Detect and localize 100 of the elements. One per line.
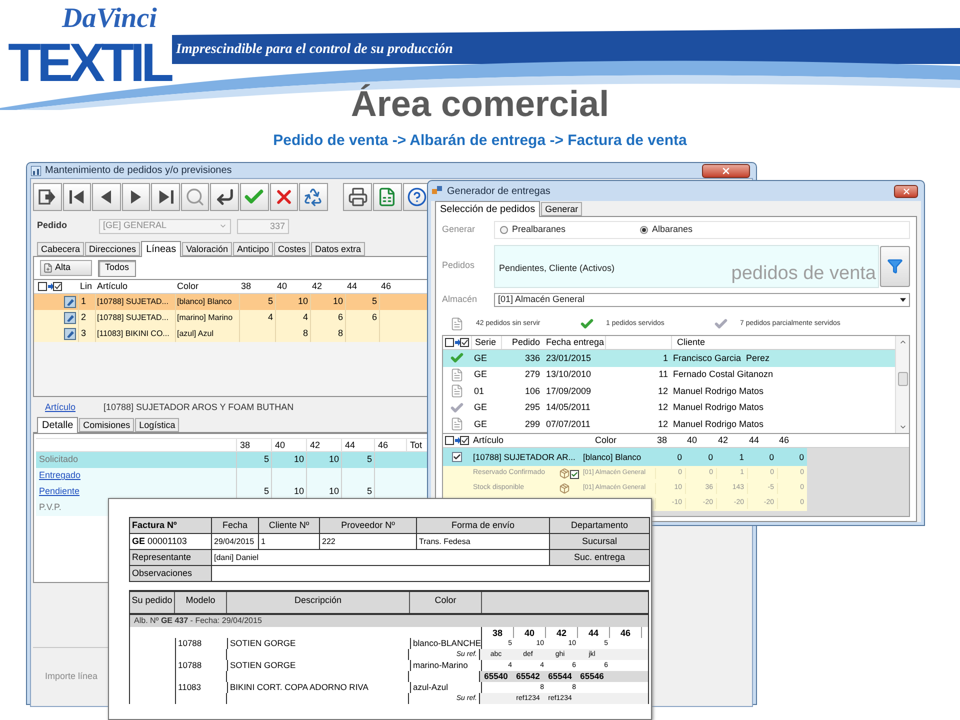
tab[interactable]: Líneas — [141, 241, 182, 257]
table-cell-text: 0 — [768, 450, 775, 464]
checkbox[interactable] — [452, 452, 462, 462]
toolbar-button[interactable] — [343, 183, 372, 211]
table-cell-text: 10 — [294, 485, 304, 498]
column-header: 46 — [374, 439, 406, 451]
column-header: 40 — [271, 439, 306, 451]
close-button[interactable] — [702, 164, 750, 178]
field-label: Pedidos — [442, 259, 476, 272]
radio-label: Albaranes — [652, 223, 693, 236]
table-cell-text: 2 — [81, 311, 86, 324]
scroll-thumb[interactable] — [898, 372, 908, 386]
table-cell: 65542 — [516, 671, 540, 681]
toolbar-button[interactable] — [62, 183, 92, 211]
column-header: Forma de envío — [416, 518, 550, 534]
tab[interactable]: Direcciones — [85, 242, 140, 256]
article-link[interactable]: Artículo — [45, 401, 76, 415]
invoice-number: GE 00001103 — [130, 534, 212, 550]
table-cell-text: 10 — [332, 295, 343, 308]
tab[interactable]: Valoración — [182, 242, 232, 256]
table-cell-text: [10788] SUJETADOR AR... — [472, 450, 576, 464]
table-cell: BIKINI CORT. COPA ADORNO RIVA — [230, 682, 368, 692]
add-button[interactable]: Alta — [40, 260, 92, 276]
table-row[interactable]: 2 [10788] SUJETAD... [marino] Marino 4 4 6 6 — [34, 310, 430, 326]
table-cell-text: 336 — [524, 352, 541, 364]
row-header: Representante — [130, 550, 212, 566]
warehouse-dropdown[interactable]: [01] Almacén General — [494, 293, 910, 307]
toolbar-button[interactable] — [210, 183, 239, 211]
column-header: Serie — [471, 336, 501, 350]
orders-filter-field[interactable]: Pendientes, Cliente (Activos) pedidos de venta — [494, 244, 879, 288]
tab[interactable]: Comisiones — [79, 418, 134, 432]
check-icon — [580, 317, 594, 331]
table-cell-text: 12 — [656, 401, 669, 414]
row-link[interactable]: Entregado — [39, 470, 81, 480]
table-cell-text: 4 — [302, 311, 308, 324]
column-header: 44 — [346, 280, 358, 293]
column-header: 40 — [276, 280, 288, 293]
tab[interactable]: Cabecera — [37, 242, 84, 256]
toolbar-button[interactable] — [33, 183, 62, 211]
radio-button[interactable] — [500, 226, 508, 234]
table-cell-text: 01 — [473, 384, 486, 398]
table-cell: SOTIEN GORGE — [230, 660, 296, 670]
tab[interactable]: Costes — [274, 242, 310, 256]
column-header: Factura Nº — [130, 518, 212, 534]
toolbar-button[interactable] — [92, 183, 121, 211]
order-row[interactable]: GE 336 23/01/2015 1 Francisco Garcia Perez — [443, 350, 895, 366]
table-cell: marino-Marino — [413, 660, 468, 670]
row-link[interactable]: Pendiente — [39, 486, 80, 496]
table-cell-text: 0 — [676, 450, 683, 464]
document-icon — [450, 317, 464, 331]
table-cell: Trans. Fedesa — [416, 534, 550, 550]
table-cell-text: 13/10/2010 — [545, 368, 592, 381]
toolbar-button[interactable] — [299, 183, 328, 211]
order-row[interactable]: GE 279 13/10/2010 11 Fernado Costal Gitanozn — [443, 366, 895, 383]
table-row[interactable]: 3 [11083] BIKINI CO... [azul] Azul 8 8 — [34, 326, 430, 342]
table-cell-text: 10 — [294, 453, 304, 466]
table-cell: 10788 — [178, 638, 202, 648]
table-cell-text: 10 — [328, 453, 339, 466]
tab[interactable]: Generar — [541, 202, 582, 216]
table-cell-text: Francisco Garcia Perez — [672, 352, 770, 364]
table-cell-text: 295 — [524, 401, 541, 414]
table-cell-text: GE — [473, 418, 488, 430]
table-cell-text: Fernado Costal Gitanozn — [672, 368, 774, 381]
radio-button[interactable] — [640, 226, 648, 234]
table-cell-text: 5 — [372, 295, 377, 308]
table-cell: azul-Azul — [413, 682, 448, 692]
toolbar-button[interactable] — [151, 183, 180, 211]
check-icon — [450, 400, 464, 415]
tab[interactable]: Selección de pedidos — [435, 201, 540, 217]
table-cell: [10788] SUJETAD... — [97, 296, 168, 308]
table-cell-text: 8 — [302, 327, 308, 340]
logo-wordmark: TEXTIL — [8, 36, 170, 90]
toolbar-button[interactable] — [270, 183, 298, 211]
tab[interactable]: Anticipo — [232, 242, 273, 256]
column-header: Artículo — [96, 280, 129, 293]
tab[interactable]: Logística — [135, 418, 180, 432]
slide-title: Área comercial — [350, 82, 610, 126]
tab[interactable]: Datos extra — [311, 242, 366, 256]
toolbar-button[interactable] — [372, 183, 402, 211]
filter-button[interactable] — [880, 246, 910, 286]
column-header: Cliente Nº — [258, 518, 320, 534]
table-cell-text: 1 — [662, 352, 669, 364]
tagline: Imprescindible para el control de su producción — [176, 41, 453, 59]
table-cell: [10788] SUJETAD... — [97, 312, 168, 324]
table-cell: [11083] BIKINI CO... — [97, 328, 170, 340]
tab[interactable]: Detalle — [37, 417, 78, 433]
table-cell: [marino] Marino — [177, 312, 233, 324]
table-cell-text: 0 — [798, 450, 805, 464]
column-header: Color — [410, 592, 482, 613]
table-row[interactable]: 1 [10788] SUJETAD... [blanco] Blanco 5 10 10 5 — [34, 294, 430, 310]
close-button[interactable] — [894, 184, 918, 198]
column-header: 38 — [656, 434, 668, 447]
all-toggle[interactable]: Todos — [98, 260, 136, 276]
scrollbar[interactable] — [895, 336, 909, 433]
table-cell: 65546 — [580, 671, 604, 681]
table-cell-text: 12 — [656, 418, 669, 430]
table-cell: [blanco] Blanco — [177, 296, 232, 308]
column-header: Fecha — [212, 518, 258, 534]
delivery-note-heading: Alb. Nº GE 437 - Fecha: 29/04/2015 — [134, 615, 262, 627]
toolbar-button[interactable] — [122, 183, 150, 211]
